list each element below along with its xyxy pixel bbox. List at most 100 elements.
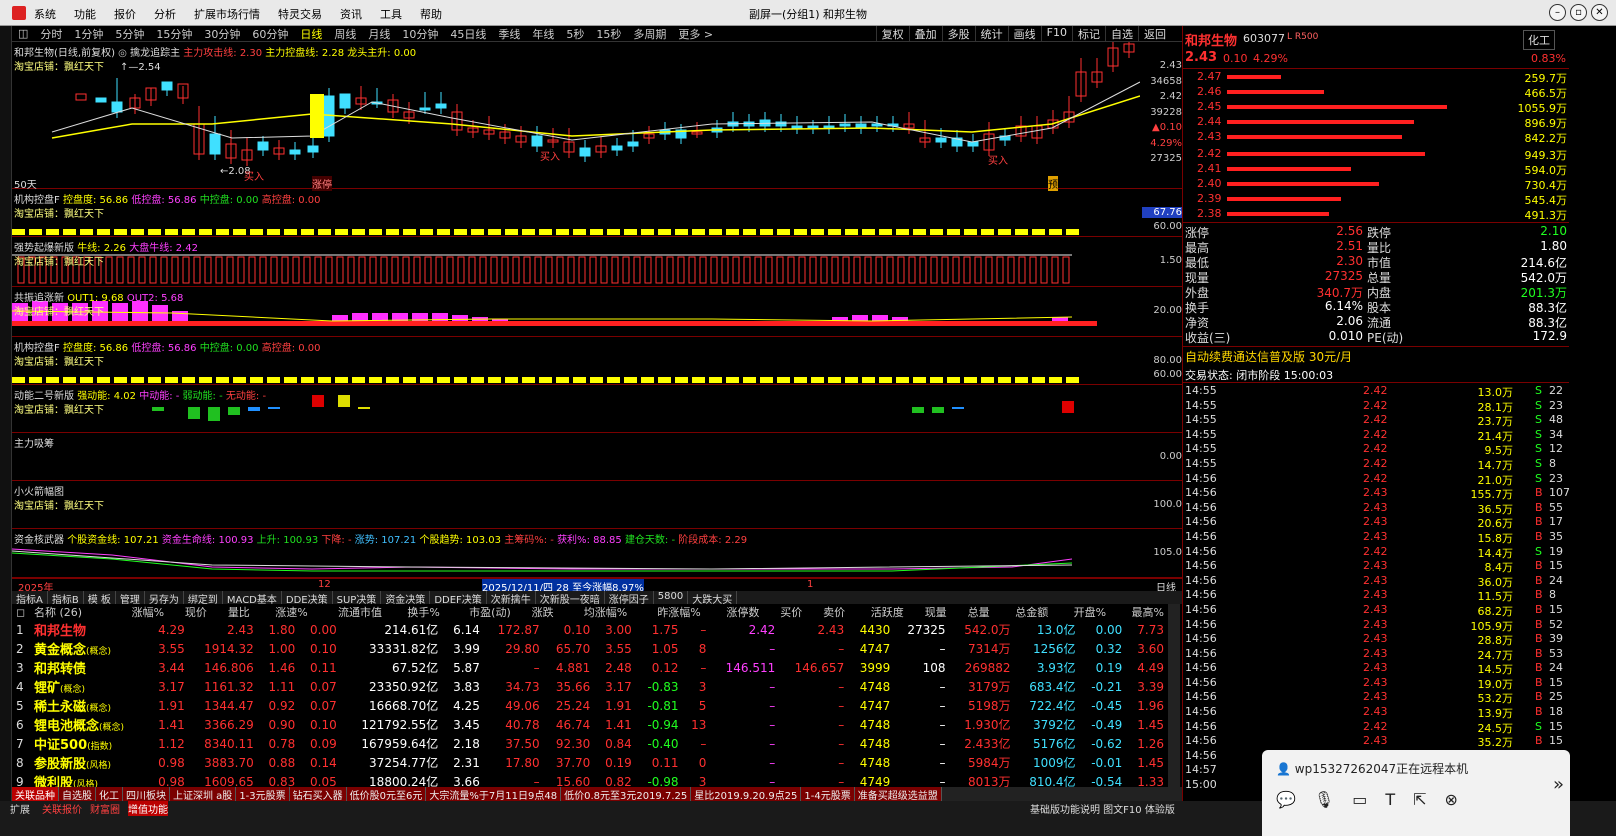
period-tab[interactable]: 周线 [334,26,356,42]
block-tab[interactable]: 四川板块 [123,787,170,801]
table-row[interactable]: 1 和邦生物 4.29 2.43 1.80 0.00 214.61亿 6.14 172.87 0.… [12,620,1168,640]
industry-button[interactable]: 化工 [1523,30,1555,50]
indicator-tab[interactable]: DDE决策 [282,591,333,606]
restore-icon[interactable]: ▫ [1570,4,1587,21]
header-cell[interactable]: 卖价 [806,604,849,620]
period-tab[interactable]: 日线 [300,26,322,42]
indicator-tab[interactable]: 指标B [48,591,84,606]
menu-item[interactable]: 特灵交易 [278,6,322,22]
block-tab[interactable]: 大宗流量%于7月11日9点48 [426,787,562,801]
block-tab[interactable]: 星比2019.9.20.9点25 [691,787,802,801]
indicator-tab[interactable]: 大跌大买 [688,591,738,606]
period-tab[interactable]: 10分钟 [402,26,438,42]
indicator-tab[interactable]: 模 板 [84,591,116,606]
chart-tool-button[interactable]: 多股 [941,26,975,42]
period-tab[interactable]: 1分钟 [74,26,103,42]
indicator-tab[interactable]: 绑定到 [184,591,223,606]
table-row[interactable]: 7 中证500(指数) 1.12 8340.11 0.78 0.09 167959.64亿 2… [12,734,1168,754]
chart-tool-button[interactable]: 画线 [1007,26,1041,42]
main-kline-panel[interactable]: 和邦生物(日线,前复权) ◎ 擒龙追踪主 主力攻击线: 2.30 主力控盘线: … [12,42,1182,191]
chart-tool-button[interactable]: 叠加 [908,26,942,42]
table-row[interactable]: 4 锂矿(概念) 3.17 1161.32 1.11 0.07 23350.92亿 3.83 3… [12,677,1168,697]
block-tab[interactable]: 准备买超级选益盟 [854,787,942,801]
indicator-panel-p6[interactable]: 主力吸筹 0.00 [12,433,1182,481]
status-related[interactable]: 关联报价 [42,801,82,816]
indicator-panel-p8[interactable]: 资金核武器 个股资金线: 107.21 资金生命线: 100.93 上升: 10… [12,529,1182,578]
header-cell[interactable]: 均涨幅% [558,604,632,620]
header-cell[interactable]: 最高% [1110,604,1168,620]
header-cell[interactable]: 涨跌 [515,604,558,620]
block-tab[interactable]: 1-4元股票 [801,787,855,801]
table-row[interactable]: 3 和邦转债 3.44 146.806 1.46 0.11 67.52亿 5.87–4.881… [12,658,1168,678]
header-cell[interactable]: 名称 (26) [30,604,110,620]
header-cell[interactable]: 涨停数 [705,604,764,620]
period-tab[interactable]: 5秒 [566,26,584,42]
period-tab[interactable]: 60分钟 [252,26,288,42]
period-tab[interactable]: 年线 [532,26,554,42]
block-tab[interactable]: 上证深圳 a股 [170,787,237,801]
stop-icon[interactable]: ⊗ [1445,790,1458,809]
header-cell[interactable]: 买价 [763,604,806,620]
menu-item[interactable]: 帮助 [420,6,442,22]
table-row[interactable]: 2 黄金概念(概念) 3.55 1914.32 1.00 0.10 33331.82亿 3.9… [12,639,1168,659]
period-tab[interactable]: 15分钟 [156,26,192,42]
chart-tool-button[interactable]: 标记 [1072,26,1105,42]
close-icon[interactable]: ✕ [1591,4,1608,21]
indicator-panel-p5[interactable]: 动能二号新版 强动能: 4.02 中动能: - 弱动能: - 无动能: - 淘宝店… [12,385,1182,433]
period-tab[interactable]: 季线 [498,26,520,42]
chat-icon[interactable]: 💬 [1276,790,1296,809]
indicator-tab[interactable]: 资金决策 [381,591,431,606]
indicator-panel-p2[interactable]: 强势起爆新版 牛线: 2.26 大盘牛线: 2.42 淘宝店铺：飘红天下 1.50 [12,237,1182,287]
status-wealth[interactable]: 财富圈 [90,801,120,816]
indicator-tab[interactable]: 指标A [12,591,48,606]
period-tab[interactable]: 5分钟 [115,26,144,42]
period-tab[interactable]: 30分钟 [204,26,240,42]
menu-item[interactable]: 分析 [154,6,176,22]
indicator-tab[interactable]: 另存为 [145,591,184,606]
chart-tool-button[interactable]: F10 [1040,26,1072,42]
chart-tool-button[interactable]: 返回 [1138,26,1171,42]
indicator-tab[interactable]: 次新擒牛 [487,591,536,606]
header-cell[interactable]: 涨速% [254,604,312,620]
header-cell[interactable]: 量比 [211,604,254,620]
period-tab[interactable]: 15秒 [596,26,621,42]
indicator-tab[interactable]: 次新股一夜暗 [536,591,605,606]
block-tab[interactable]: 钻石买入器 [289,787,347,801]
indicator-tab[interactable]: DDEF决策 [430,591,487,606]
period-tab[interactable]: 45日线 [450,26,486,42]
indicator-panel-p3[interactable]: 共振追涨新 OUT1: 9.68 OUT2: 5.68 淘宝店铺：飘红天下 20.0… [12,287,1182,337]
indicator-tab[interactable]: 5800 [654,591,689,604]
block-tab[interactable]: 低价股0元至6元 [346,787,427,801]
indicator-panel-p7[interactable]: 小火箭幅图 淘宝店铺：飘红天下 100.0 [12,481,1182,529]
table-row[interactable]: 5 稀土永磁(概念) 1.91 1344.47 0.92 0.07 16668.70亿 4.2… [12,696,1168,716]
vertical-scrollbar[interactable] [1168,604,1180,788]
header-cell[interactable]: 现量 [908,604,951,620]
header-cell[interactable]: 流通市值 [312,604,386,620]
indicator-tab[interactable]: 涨停因子 [605,591,654,606]
indicator-tab[interactable]: 管理 [116,591,145,606]
minimize-icon[interactable]: – [1549,4,1566,21]
period-tab[interactable]: 分时 [40,26,62,42]
chart-tool-button[interactable]: 统计 [974,26,1008,42]
menu-item[interactable]: 扩展市场行情 [194,6,260,22]
header-cell[interactable]: 活跃度 [849,604,908,620]
promo-text[interactable]: 自动续费通达信普及版 30元/月 [1185,348,1352,365]
status-addon[interactable]: 增值功能 [128,801,168,816]
block-tab[interactable]: 低价0.8元至3元2019.7.25 [561,787,692,801]
header-cell[interactable]: 市盈(动) [444,604,515,620]
menu-item[interactable]: 报价 [114,6,136,22]
text-icon[interactable]: T [1385,790,1395,809]
indicator-panel-p4[interactable]: 机构控盘F 控盘度: 56.86 低控盘: 56.86 中控盘: 0.00 高控… [12,337,1182,385]
header-cell[interactable]: 总量 [951,604,994,620]
screen-icon[interactable]: ▭ [1352,790,1367,809]
menu-item[interactable]: 工具 [380,6,402,22]
menu-item[interactable]: 系统 [34,6,56,22]
share-icon[interactable]: ⇱ [1413,790,1426,809]
indicator-tab[interactable]: MACD基本 [223,591,282,606]
header-cell[interactable]: 开盘% [1052,604,1110,620]
period-tab[interactable]: 更多 > [678,26,713,42]
chart-tool-button[interactable]: 复权 [875,26,909,42]
menu-item[interactable]: 资讯 [340,6,362,22]
block-tab[interactable]: 关联品种 [12,787,59,801]
period-tab[interactable]: 月线 [368,26,390,42]
